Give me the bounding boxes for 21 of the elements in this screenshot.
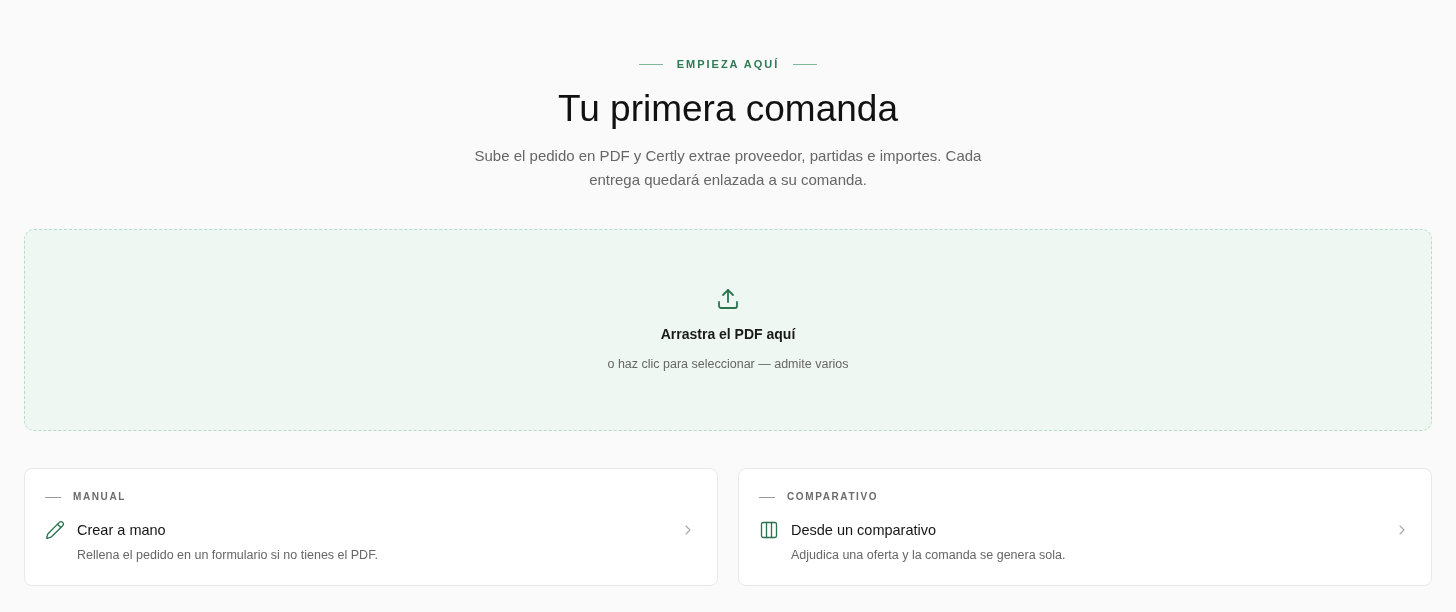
upload-dropzone[interactable]: Arrastra el PDF aquí o haz clic para seleccionar — admite varios — [24, 229, 1432, 431]
eyebrow-rule — [793, 63, 818, 65]
option-card[interactable]: COMPARATIVO Desde un comparativo Adjudica una oferta y la comanda se genera sola. — [738, 468, 1432, 586]
page-title: Tu primera comanda — [558, 87, 898, 131]
dropzone-hint: o haz clic para seleccionar — admite varios — [607, 356, 849, 373]
card-description: Adjudica una oferta y la comanda se genera sola. — [791, 547, 1066, 564]
eyebrow-rule — [638, 63, 663, 65]
card-title: Desde un comparativo — [791, 521, 937, 540]
label-rule — [759, 496, 775, 498]
pencil-icon — [45, 520, 65, 540]
eyebrow-label: EMPIEZA AQUÍ — [676, 57, 780, 72]
page-subtitle: Sube el pedido en PDF y Certly extrae proveedor, partidas e importes. Cada entrega quedará enlazada a su comanda. — [473, 146, 983, 190]
option-card[interactable]: MANUAL Crear a mano Rellena el pedido en un formulario si no tienes el PDF. — [24, 468, 718, 586]
dropzone-title: Arrastra el PDF aquí — [660, 325, 796, 344]
card-label: COMPARATIVO — [787, 490, 879, 504]
card-title: Crear a mano — [77, 521, 166, 540]
label-rule — [45, 496, 61, 498]
upload-icon — [716, 287, 740, 311]
columns-icon — [759, 520, 779, 540]
card-description: Rellena el pedido en un formulario si no tienes el PDF. — [77, 547, 378, 564]
card-label: MANUAL — [73, 490, 126, 504]
